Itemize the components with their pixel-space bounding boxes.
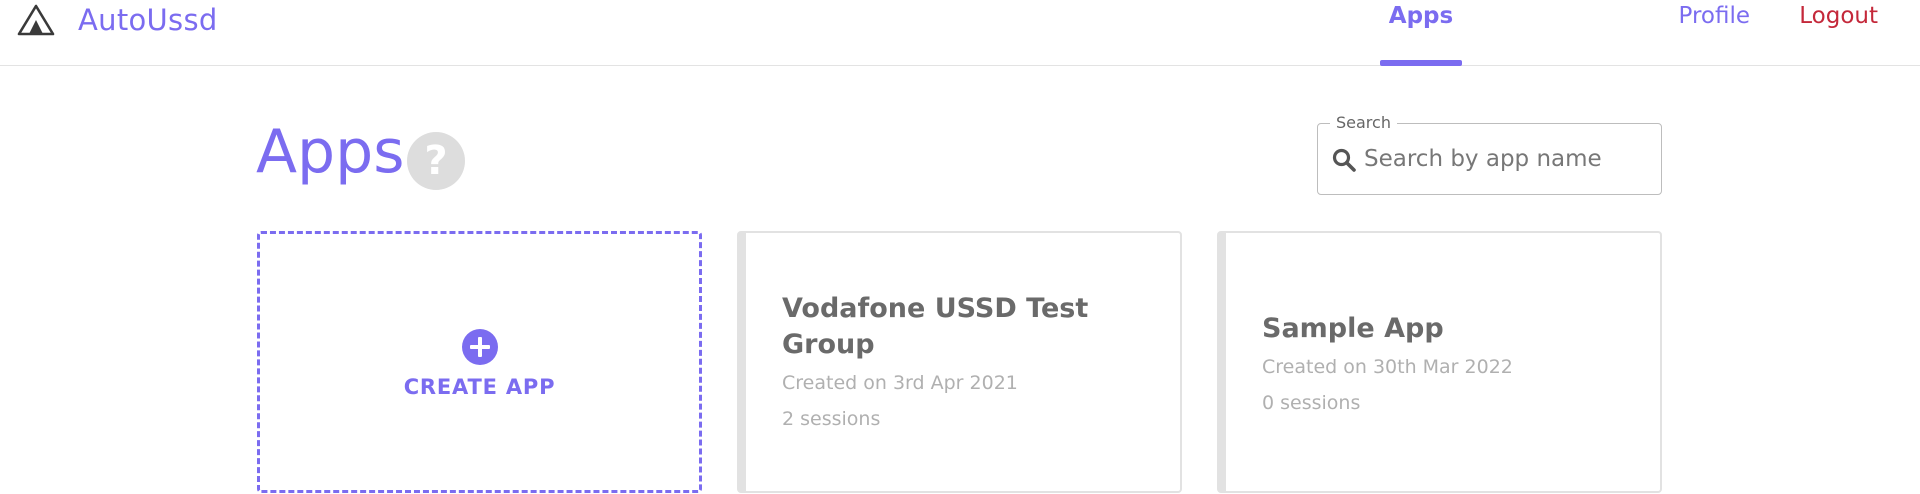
app-card-content: Sample App Created on 30th Mar 2022 0 se… [1262,311,1630,415]
app-session-count: 2 sessions [782,408,881,430]
app-created-date: Created on 3rd Apr 2021 [782,372,1018,394]
brand[interactable]: AutoUssd [16,0,218,40]
nav-profile-label: Profile [1678,3,1750,29]
app-card-content: Vodafone USSD Test Group Created on 3rd … [782,291,1150,431]
nav-logout-label: Logout [1799,3,1878,29]
page-title: Apps [256,117,405,187]
top-bar: AutoUssd Apps Profile Logout [0,0,1920,66]
nav-apps-label: Apps [1388,3,1454,29]
help-icon[interactable]: ? [407,132,465,190]
search-label: Search [1330,113,1397,133]
search-icon [1332,148,1356,172]
app-created-date: Created on 30th Mar 2022 [1262,356,1513,378]
mountain-logo-icon [17,4,55,36]
app-session-count: 0 sessions [1262,392,1361,414]
search-input[interactable] [1364,138,1649,180]
nav-apps[interactable]: Apps [1380,0,1462,66]
nav-profile[interactable]: Profile [1548,0,1768,66]
app-name: Vodafone USSD Test Group [782,293,1089,360]
plus-circle-icon [461,329,498,365]
create-app-label: CREATE APP [403,375,556,399]
nav-logout[interactable]: Logout [1768,0,1878,66]
brand-name: AutoUssd [78,2,218,37]
app-card[interactable]: Sample App Created on 30th Mar 2022 0 se… [1217,231,1662,493]
active-tab-indicator [1380,60,1462,66]
app-name: Sample App [1262,313,1444,344]
create-app-button[interactable]: CREATE APP [257,231,702,493]
app-card[interactable]: Vodafone USSD Test Group Created on 3rd … [737,231,1182,493]
search-field[interactable]: Search [1317,113,1662,195]
